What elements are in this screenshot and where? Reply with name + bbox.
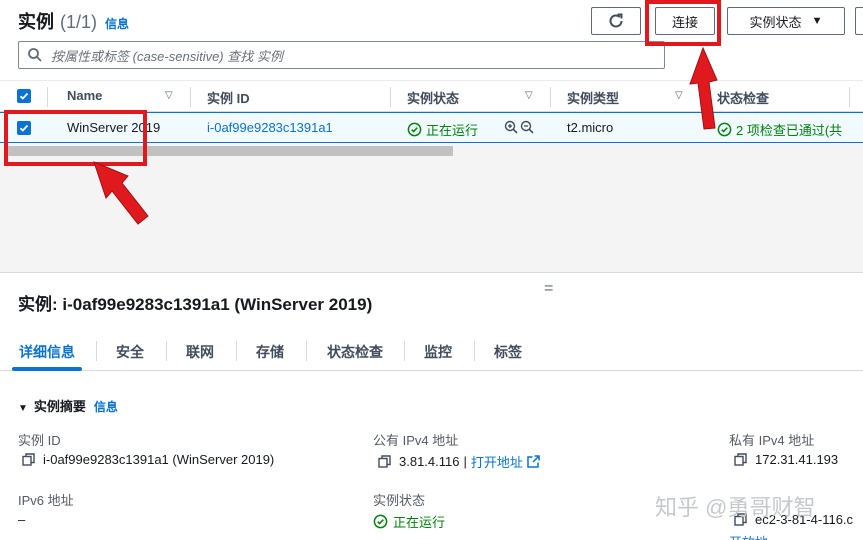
zoom-out-icon[interactable] bbox=[520, 120, 534, 134]
sort-icon[interactable]: ▽ bbox=[675, 90, 683, 101]
instance-id-text: i-0af99e9283c1391a1 (WinServer 2019) bbox=[43, 452, 275, 467]
tab-divider bbox=[236, 341, 237, 361]
tab-divider bbox=[306, 341, 307, 361]
instance-id-label: 实例 ID bbox=[18, 433, 61, 448]
ipv6-value: – bbox=[18, 512, 26, 527]
tab-networking[interactable]: 联网 bbox=[186, 342, 214, 362]
tab-monitoring[interactable]: 监控 bbox=[424, 342, 452, 362]
page-title: 实例 (1/1) 信息 bbox=[18, 8, 129, 34]
private-ipv4-value: 172.31.41.193 bbox=[734, 452, 838, 467]
instance-state-text: 正在运行 bbox=[393, 515, 446, 530]
column-instance-state[interactable]: 实例状态 bbox=[407, 88, 459, 107]
tab-divider bbox=[474, 341, 475, 361]
active-tab-indicator bbox=[12, 367, 82, 371]
private-ipv4-label: 私有 IPv4 地址 bbox=[729, 433, 815, 448]
search-input[interactable]: 按属性或标签 (case-sensitive) 查找 实例 bbox=[18, 41, 665, 69]
page-title-text: 实例 bbox=[18, 12, 54, 32]
success-icon bbox=[407, 122, 422, 137]
watermark: 知乎 @勇哥财智 bbox=[655, 495, 816, 520]
column-divider bbox=[849, 87, 850, 107]
ipv6-label: IPv6 地址 bbox=[18, 493, 74, 508]
copy-icon[interactable] bbox=[22, 453, 35, 466]
column-divider bbox=[190, 87, 191, 107]
select-all-checkbox[interactable] bbox=[17, 89, 31, 103]
caret-down-icon: ▼ bbox=[18, 403, 28, 414]
tab-tags[interactable]: 标签 bbox=[494, 342, 522, 362]
actions-button[interactable] bbox=[855, 7, 863, 35]
tab-divider bbox=[404, 341, 405, 361]
instance-state-value: 正在运行 bbox=[373, 512, 445, 531]
details-tabs: 详细信息 安全 联网 存储 状态检查 监控 标签 bbox=[0, 333, 863, 371]
success-icon bbox=[373, 514, 388, 529]
column-name[interactable]: Name bbox=[67, 88, 102, 103]
column-instance-id[interactable]: 实例 ID bbox=[207, 88, 250, 107]
column-instance-type[interactable]: 实例类型 bbox=[567, 88, 619, 107]
row-status-check: 2 项检查已通过(共 bbox=[717, 120, 842, 139]
details-title: 实例: i-0af99e9283c1391a1 (WinServer 2019) bbox=[18, 295, 373, 314]
instance-id-value: i-0af99e9283c1391a1 (WinServer 2019) bbox=[22, 452, 274, 467]
refresh-icon bbox=[609, 13, 623, 28]
checkbox-icon bbox=[19, 92, 29, 100]
private-ipv4-text: 172.31.41.193 bbox=[755, 452, 839, 467]
zoom-in-icon[interactable] bbox=[504, 120, 518, 134]
public-ipv4-text: 3.81.4.116 bbox=[399, 454, 460, 469]
instance-state-dropdown[interactable]: 实例状态 ▼ bbox=[727, 7, 845, 35]
column-divider bbox=[47, 87, 48, 107]
external-link-icon[interactable] bbox=[527, 455, 540, 468]
instance-state-label: 实例状态 bbox=[749, 14, 802, 30]
checkbox-highlight-box bbox=[4, 110, 147, 166]
resize-handle[interactable]: = bbox=[544, 280, 553, 298]
table-empty-area bbox=[0, 159, 863, 273]
column-status-check[interactable]: 状态检查 bbox=[717, 88, 769, 107]
search-placeholder: 按属性或标签 (case-sensitive) 查找 实例 bbox=[51, 48, 283, 64]
caret-down-icon: ▼ bbox=[811, 15, 823, 27]
table-header: Name ▽ 实例 ID 实例状态 ▽ 实例类型 ▽ 状态检查 bbox=[0, 80, 863, 112]
row-instance-type: t2.micro bbox=[567, 120, 614, 135]
public-ipv4-value: 3.81.4.116 | 打开地址 bbox=[378, 452, 540, 471]
info-link[interactable]: 信息 bbox=[105, 17, 129, 31]
tab-security[interactable]: 安全 bbox=[116, 342, 144, 362]
tab-status-checks[interactable]: 状态检查 bbox=[327, 342, 383, 362]
column-divider bbox=[700, 87, 701, 107]
open-address-link[interactable]: 打开地址 bbox=[471, 452, 523, 471]
row-status-check-text: 2 项检查已通过(共 bbox=[736, 123, 843, 138]
tab-details[interactable]: 详细信息 bbox=[19, 342, 75, 362]
column-divider bbox=[390, 87, 391, 107]
row-state: 正在运行 bbox=[407, 120, 478, 139]
tab-divider bbox=[96, 341, 97, 361]
sort-icon[interactable]: ▽ bbox=[165, 90, 173, 101]
refresh-button[interactable] bbox=[591, 7, 641, 35]
copy-icon[interactable] bbox=[734, 453, 747, 466]
section-info-link[interactable]: 信息 bbox=[94, 400, 118, 414]
instance-count: (1/1) bbox=[60, 12, 98, 32]
connect-highlight-box bbox=[645, 0, 721, 46]
column-divider bbox=[550, 87, 551, 107]
success-icon bbox=[717, 122, 732, 137]
tab-divider bbox=[166, 341, 167, 361]
search-icon bbox=[28, 48, 42, 62]
copy-icon[interactable] bbox=[378, 455, 391, 468]
instance-summary-header[interactable]: ▼ 实例摘要 信息 bbox=[18, 396, 118, 415]
row-state-text: 正在运行 bbox=[426, 123, 479, 138]
section-title: 实例摘要 bbox=[33, 399, 86, 414]
open-address-partial-link[interactable]: 开放地 bbox=[729, 532, 768, 540]
instance-state-label: 实例状态 bbox=[373, 493, 426, 508]
row-zoom-controls bbox=[504, 120, 534, 134]
row-instance-id-link[interactable]: i-0af99e9283c1391a1 bbox=[207, 120, 333, 135]
sort-icon[interactable]: ▽ bbox=[525, 90, 533, 101]
separator: | bbox=[463, 454, 467, 469]
public-ipv4-label: 公有 IPv4 地址 bbox=[373, 433, 459, 448]
tab-storage[interactable]: 存储 bbox=[256, 342, 284, 362]
